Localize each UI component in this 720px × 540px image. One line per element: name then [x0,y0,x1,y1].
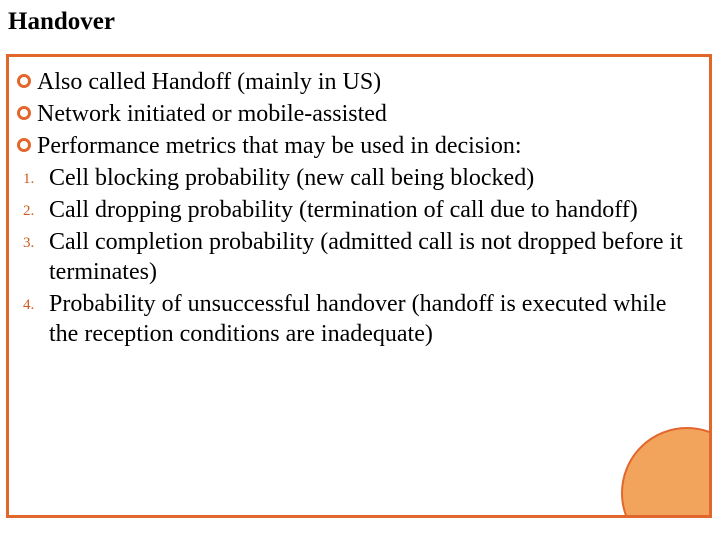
numbered-text: Cell blocking probability (new call bein… [49,163,691,193]
bullet-item: Also called Handoff (mainly in US) [17,67,691,97]
slide: Handover Also called Handoff (mainly in … [0,0,720,540]
bullet-item: Network initiated or mobile-assisted [17,99,691,129]
slide-title: Handover [6,8,714,36]
bullet-item: Performance metrics that may be used in … [17,131,691,161]
bullet-text: Performance metrics that may be used in … [37,131,691,161]
numbered-text: Call dropping probability (termination o… [49,195,691,225]
bullet-text: Also called Handoff (mainly in US) [37,67,691,97]
numbered-item: 3. Call completion probability (admitted… [17,227,691,287]
numbered-item: 4. Probability of unsuccessful handover … [17,289,691,349]
number-marker: 1. [23,163,49,189]
number-marker: 4. [23,289,49,315]
decorative-circle-icon [621,427,712,518]
ring-bullet-icon [17,74,31,88]
ring-bullet-icon [17,106,31,120]
content-box: Also called Handoff (mainly in US) Netwo… [6,54,712,518]
numbered-item: 2. Call dropping probability (terminatio… [17,195,691,225]
numbered-item: 1. Cell blocking probability (new call b… [17,163,691,193]
number-marker: 3. [23,227,49,253]
numbered-text: Call completion probability (admitted ca… [49,227,691,287]
number-marker: 2. [23,195,49,221]
numbered-text: Probability of unsuccessful handover (ha… [49,289,691,349]
ring-bullet-icon [17,138,31,152]
bullet-text: Network initiated or mobile-assisted [37,99,691,129]
